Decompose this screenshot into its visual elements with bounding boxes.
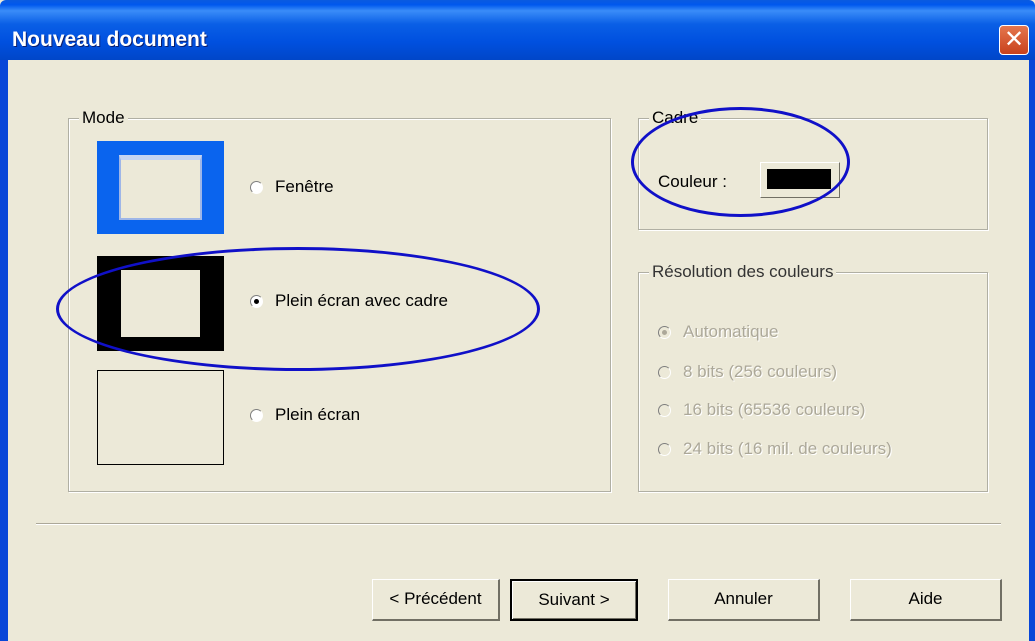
close-button[interactable]: ✕: [999, 25, 1029, 55]
mode-radio-plein-ecran[interactable]: Plein écran: [250, 405, 360, 425]
title-bar[interactable]: Nouveau document ✕: [0, 0, 1035, 60]
resolution-radio-16bits[interactable]: 16 bits (65536 couleurs): [658, 400, 865, 420]
mode-legend: Mode: [79, 108, 128, 128]
mode-radio-plein-ecran-cadre[interactable]: Plein écran avec cadre: [250, 291, 448, 311]
help-button[interactable]: Aide: [850, 579, 1002, 621]
color-picker-button[interactable]: [760, 162, 840, 198]
resolution-radio-8bits[interactable]: 8 bits (256 couleurs): [658, 362, 837, 382]
fullscreen-mode-icon: [97, 370, 224, 465]
fullscreen-frame-mode-icon: [97, 256, 224, 351]
resolution-radio-automatique[interactable]: Automatique: [658, 322, 778, 342]
color-label: Couleur :: [658, 172, 727, 191]
resolution-option-label: 8 bits (256 couleurs): [683, 362, 838, 381]
close-icon: ✕: [1003, 26, 1025, 53]
cancel-button[interactable]: Annuler: [668, 579, 820, 621]
mode-option-label: Plein écran: [275, 405, 361, 424]
previous-button[interactable]: < Précédent: [372, 579, 500, 621]
mode-option-label: Plein écran avec cadre: [275, 291, 448, 310]
window-mode-icon: [97, 141, 224, 234]
radio-button-icon: [250, 408, 263, 422]
resolution-option-label: 24 bits (16 mil. de couleurs): [683, 439, 892, 458]
radio-button-icon: [658, 442, 671, 456]
next-button[interactable]: Suivant >: [510, 579, 638, 621]
cadre-legend: Cadre: [649, 108, 702, 128]
radio-button-selected-icon: [658, 325, 671, 339]
mode-radio-fenetre[interactable]: Fenêtre: [250, 177, 334, 197]
window-title: Nouveau document: [12, 28, 207, 51]
window-frame-right: [1029, 60, 1035, 641]
resolution-radio-24bits[interactable]: 24 bits (16 mil. de couleurs): [658, 439, 892, 459]
window-frame-left: [0, 60, 8, 641]
resolution-legend: Résolution des couleurs: [649, 262, 837, 282]
separator: [36, 523, 1001, 525]
mode-option-label: Fenêtre: [275, 177, 334, 196]
resolution-option-label: 16 bits (65536 couleurs): [683, 400, 866, 419]
resolution-group: Résolution des couleurs: [638, 262, 988, 492]
radio-button-icon: [658, 365, 671, 379]
resolution-option-label: Automatique: [683, 322, 779, 341]
color-swatch: [767, 169, 831, 189]
radio-button-selected-icon: [250, 294, 263, 308]
radio-button-icon: [250, 180, 263, 194]
radio-button-icon: [658, 403, 671, 417]
